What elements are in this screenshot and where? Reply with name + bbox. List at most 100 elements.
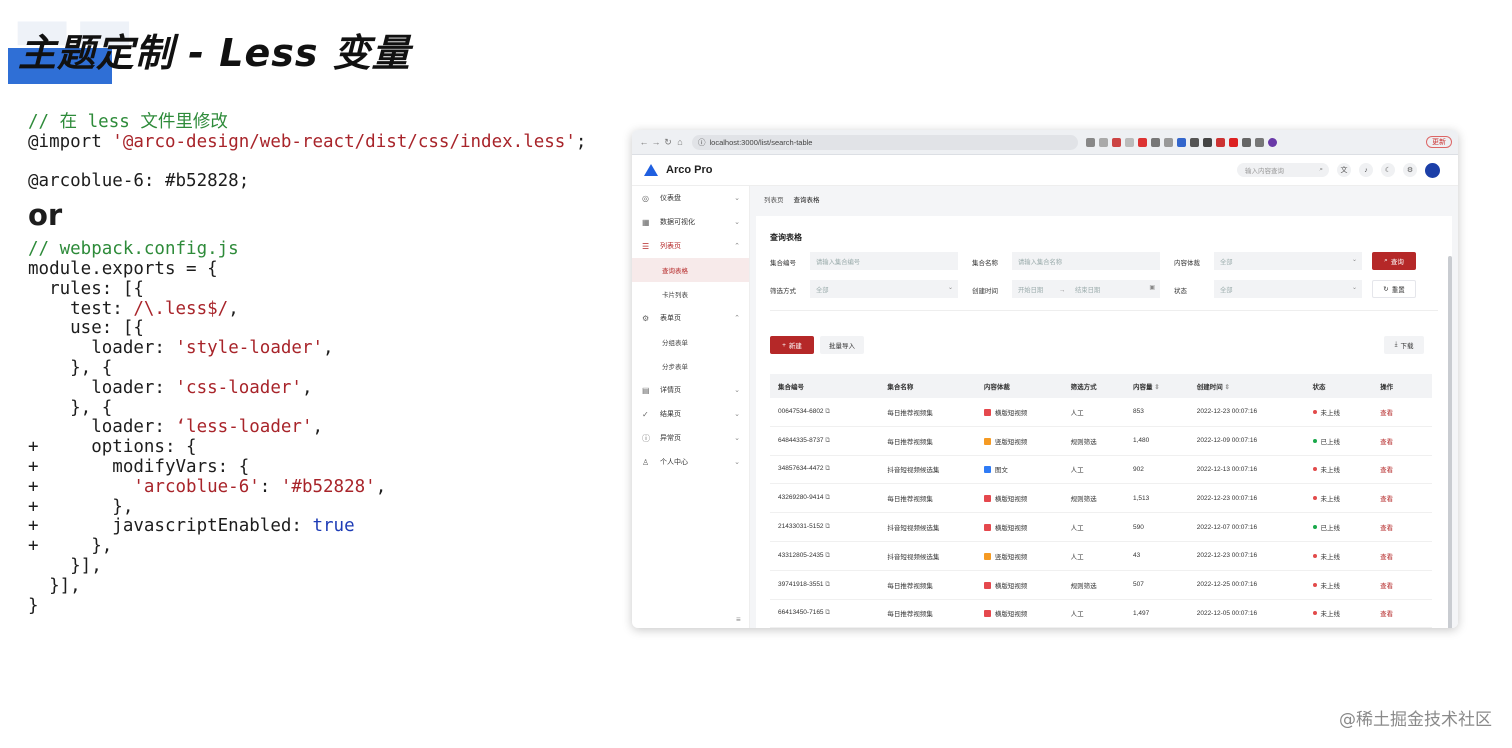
filter-method-select[interactable]: 全部 ⌄ <box>810 280 958 298</box>
sidebar-item[interactable]: ◎ 仪表盘 ⌄ <box>632 186 749 210</box>
sidebar-item[interactable]: ♙ 个人中心 ⌄ <box>632 450 749 474</box>
cell-collection-id: 21433031-5152 ⧉ <box>770 512 880 542</box>
view-link[interactable]: 查看 <box>1372 398 1432 427</box>
settings-icon[interactable]: ⚙ <box>1403 163 1417 177</box>
notification-icon[interactable]: ♪ <box>1359 163 1373 177</box>
forward-icon[interactable]: → <box>650 137 662 147</box>
file-icon: ▤ <box>642 385 650 395</box>
collapse-menu-icon[interactable]: ≡ <box>736 615 741 624</box>
collection-id-input[interactable]: 请输入集合编号 <box>810 252 958 270</box>
sidebar-subitem[interactable]: 分组表单 <box>632 330 749 354</box>
search-button[interactable]: ⌕ 查询 <box>1372 252 1416 270</box>
copy-icon[interactable]: ⧉ <box>824 494 830 501</box>
copy-icon[interactable]: ⧉ <box>824 408 830 415</box>
scrollbar[interactable] <box>1448 256 1452 628</box>
cell-count: 590 <box>1124 512 1189 542</box>
code-line: or <box>28 196 586 234</box>
sort-icon[interactable]: ⇕ <box>1152 384 1159 391</box>
extension-icon[interactable] <box>1177 137 1186 147</box>
copy-icon[interactable]: ⧉ <box>824 552 830 559</box>
data-table: 集合编号 集合名称 内容体裁 筛选方式 内容量 ⇕ 创建时间 ⇕ 状态 操作 00647534… <box>770 374 1432 628</box>
code-token: 'arcoblue-6' <box>133 476 260 497</box>
sidebar-item[interactable]: ☰ 列表页 ⌃ <box>632 234 749 258</box>
copy-icon[interactable]: ⧉ <box>824 523 830 530</box>
extension-icon[interactable] <box>1099 137 1108 147</box>
view-link[interactable]: 查看 <box>1372 599 1432 628</box>
copy-icon[interactable]: ⧉ <box>824 581 830 588</box>
header-search-input[interactable]: 输入内容查询 ⌕ <box>1237 163 1329 177</box>
date-range-picker[interactable]: 开始日期 → 结束日期 ▣ <box>1012 280 1160 298</box>
extension-icon[interactable] <box>1164 137 1173 147</box>
cell-content-type: 横版短视频 <box>975 483 1063 514</box>
extension-icon[interactable] <box>1216 137 1225 147</box>
language-icon[interactable]: 文 <box>1337 163 1351 177</box>
batch-import-button[interactable]: 批量导入 <box>820 336 864 354</box>
view-link[interactable]: 查看 <box>1372 570 1432 600</box>
column-header[interactable]: 创建时间 ⇕ <box>1188 374 1305 398</box>
extension-icon[interactable] <box>1190 137 1199 147</box>
extension-icon[interactable] <box>1242 137 1251 147</box>
back-icon[interactable]: ← <box>638 137 650 147</box>
cell-count: 1,497 <box>1124 599 1189 628</box>
extension-icon[interactable] <box>1255 137 1264 147</box>
extension-icon[interactable] <box>1112 137 1121 147</box>
code-token: module.exports = { <box>28 258 218 279</box>
code-line: module.exports = { <box>28 258 586 280</box>
view-link[interactable]: 查看 <box>1372 455 1432 485</box>
cell-status: 未上线 <box>1304 483 1373 514</box>
code-token: ‘less-loader' <box>175 417 313 438</box>
breadcrumb-item[interactable]: 列表页 <box>764 194 784 204</box>
address-bar[interactable]: ⓘ localhost:3000/list/search-table <box>692 134 1078 150</box>
update-button[interactable]: 更新 <box>1426 136 1452 148</box>
chevron-down-icon: ⌄ <box>947 285 953 291</box>
table-row: 39741918-3551 ⧉ 每日推荐视频集 横版短视频 规则筛选 507 2022-1… <box>770 570 1432 600</box>
column-header[interactable]: 内容量 ⇕ <box>1124 374 1189 398</box>
home-icon[interactable]: ⌂ <box>674 137 686 147</box>
sidebar-subitem[interactable]: 卡片列表 <box>632 282 749 306</box>
extension-icon[interactable] <box>1268 137 1277 147</box>
extension-icon[interactable] <box>1203 137 1212 147</box>
video-icon <box>983 610 991 618</box>
calendar-icon: ▣ <box>1149 285 1155 291</box>
sidebar-subitem[interactable]: 查询表格 <box>632 258 749 282</box>
chevron-down-icon: ⌄ <box>1351 285 1357 291</box>
copy-icon[interactable]: ⧉ <box>824 465 830 472</box>
sidebar-item[interactable]: ⚙ 表单页 ⌃ <box>632 306 749 330</box>
status-select[interactable]: 全部 ⌄ <box>1214 280 1362 298</box>
extension-icon[interactable] <box>1151 137 1160 147</box>
collection-name-input[interactable]: 请输入集合名称 <box>1012 252 1160 270</box>
reset-button[interactable]: ↻ 重置 <box>1372 280 1416 298</box>
cell-collection-name: 每日推荐视频集 <box>879 483 976 514</box>
cell-collection-id: 64844335-8737 ⧉ <box>770 426 880 456</box>
copy-icon[interactable]: ⧉ <box>824 609 830 616</box>
avatar[interactable] <box>1425 162 1440 178</box>
extension-icon[interactable] <box>1229 137 1238 147</box>
sidebar-item[interactable]: ✓ 结果页 ⌄ <box>632 402 749 426</box>
code-line: + }, <box>28 497 586 518</box>
video-icon <box>983 437 991 445</box>
code-line: @arcoblue-6: #b52828; <box>28 171 586 192</box>
new-button[interactable]: + 新建 <box>770 336 814 354</box>
sidebar-item[interactable]: ⓘ 异常页 ⌄ <box>632 426 749 450</box>
sidebar-item[interactable]: ▤ 详情页 ⌄ <box>632 378 749 402</box>
view-link[interactable]: 查看 <box>1372 483 1432 514</box>
watermark: @稀土掘金技术社区 <box>1339 710 1492 730</box>
code-token: , <box>375 476 387 497</box>
extension-icon[interactable] <box>1138 137 1147 147</box>
view-link[interactable]: 查看 <box>1372 426 1432 456</box>
theme-toggle-icon[interactable]: ☾ <box>1381 163 1395 177</box>
view-link[interactable]: 查看 <box>1372 541 1432 571</box>
cell-create-time: 2022-12-05 00:07:16 <box>1188 599 1305 628</box>
extension-icon[interactable] <box>1125 137 1134 147</box>
content-type-select[interactable]: 全部 ⌄ <box>1214 252 1362 270</box>
status-dot <box>1312 611 1317 616</box>
download-button[interactable]: ⤓ 下载 <box>1384 336 1424 354</box>
sidebar-subitem[interactable]: 分步表单 <box>632 354 749 378</box>
reload-icon[interactable]: ↻ <box>662 137 674 148</box>
sort-icon[interactable]: ⇕ <box>1223 384 1230 391</box>
copy-icon[interactable]: ⧉ <box>824 437 830 444</box>
sidebar-item[interactable]: ▦ 数据可视化 ⌄ <box>632 210 749 234</box>
view-link[interactable]: 查看 <box>1372 512 1432 542</box>
extension-icon[interactable] <box>1086 137 1095 147</box>
status-dot <box>1312 409 1317 414</box>
